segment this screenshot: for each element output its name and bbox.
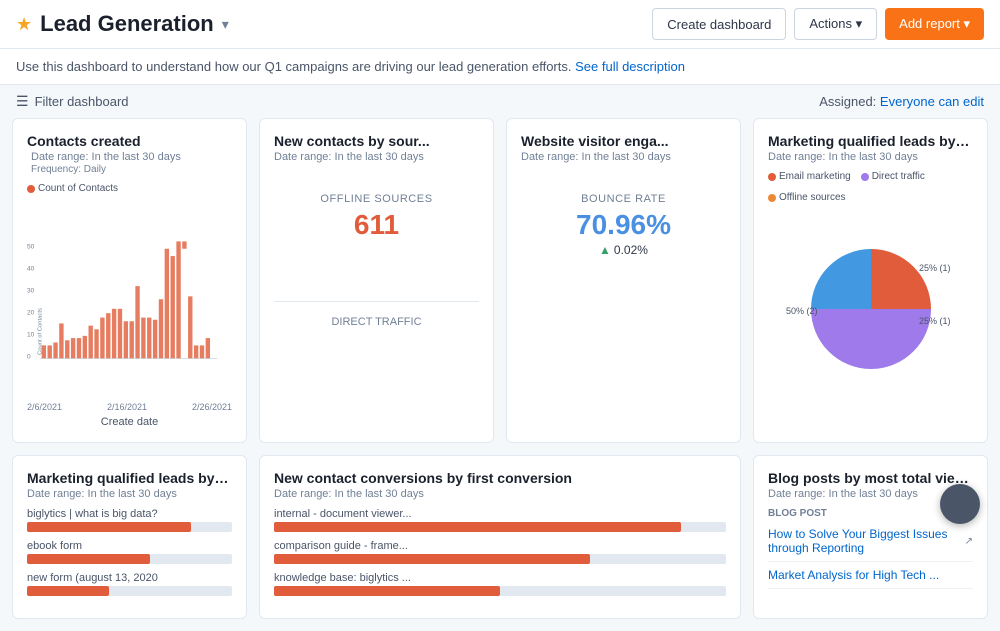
mql-source-date: Date range: In the last 30 days — [768, 151, 973, 163]
legend-offline: Offline sources — [768, 192, 846, 203]
mql-bar-fill-1 — [27, 522, 191, 532]
mql-bar-fill-2 — [27, 554, 150, 564]
conv-bar-1: internal - document viewer... — [274, 508, 726, 532]
external-link-icon-1: ↗ — [965, 536, 973, 547]
blog-posts-title: Blog posts by most total views — [768, 470, 973, 486]
subheader: Use this dashboard to understand how our… — [0, 49, 1000, 85]
website-bounce-change: ▲ 0.02% — [521, 243, 726, 257]
create-dashboard-button[interactable]: Create dashboard — [652, 8, 786, 40]
legend-direct: Direct traffic — [861, 171, 925, 182]
new-contact-conv-date: Date range: In the last 30 days — [274, 488, 726, 500]
filter-dashboard-button[interactable]: ☰ Filter dashboard — [16, 93, 129, 110]
filter-label: Filter dashboard — [35, 94, 129, 109]
contacts-created-card: Contacts created Date range: In the last… — [12, 118, 247, 443]
create-date-button[interactable]: Create date — [27, 416, 232, 428]
legend-dot-email — [768, 173, 776, 181]
legend-dot-offline — [768, 194, 776, 202]
add-report-button[interactable]: Add report ▾ — [885, 8, 984, 40]
new-contact-conv-title: New contact conversions by first convers… — [274, 470, 726, 486]
subheader-text: Use this dashboard to understand how our… — [16, 59, 571, 74]
mql-conversion-date: Date range: In the last 30 days — [27, 488, 232, 500]
svg-text:10: 10 — [27, 332, 35, 339]
new-contact-conversions-card: New contact conversions by first convers… — [259, 455, 741, 619]
svg-text:50% (2): 50% (2) — [786, 306, 818, 316]
conv-bar-3: knowledge base: biglytics ... — [274, 572, 726, 596]
new-contacts-section-label: DIRECT TRAFFIC — [274, 316, 479, 328]
website-visitor-date: Date range: In the last 30 days — [521, 151, 726, 163]
full-description-link[interactable]: See full description — [575, 59, 685, 74]
mql-source-card: Marketing qualified leads by original so… — [753, 118, 988, 443]
mql-conversion-title: Marketing qualified leads by first conve… — [27, 470, 232, 486]
new-contact-conv-bars: internal - document viewer... comparison… — [274, 508, 726, 596]
new-contacts-metric-label: OFFLINE SOURCES — [274, 193, 479, 205]
conv-bar-fill-2 — [274, 554, 590, 564]
contacts-chart-svg: 0 10 20 30 40 50 Count of Contacts — [27, 200, 232, 400]
new-contacts-title: New contacts by sour... — [274, 133, 479, 149]
svg-text:30: 30 — [27, 288, 35, 295]
contacts-legend: Count of Contacts — [27, 183, 232, 194]
filter-icon: ☰ — [16, 93, 29, 110]
svg-text:50: 50 — [27, 244, 35, 251]
legend-dot-contacts — [27, 185, 35, 193]
svg-text:0: 0 — [27, 354, 31, 361]
mql-conversion-card: Marketing qualified leads by first conve… — [12, 455, 247, 619]
help-button[interactable] — [940, 484, 980, 524]
header: ★ Lead Generation ▾ Create dashboard Act… — [0, 0, 1000, 49]
contacts-bar-chart: 0 10 20 30 40 50 Count of Contacts — [27, 200, 232, 400]
filter-bar: ☰ Filter dashboard Assigned: Everyone ca… — [0, 85, 1000, 118]
svg-text:40: 40 — [27, 266, 35, 273]
mql-conversion-bars: biglytics | what is big data? ebook form… — [27, 508, 232, 596]
star-icon: ★ — [16, 14, 32, 35]
conv-bar-fill-3 — [274, 586, 500, 596]
website-visitor-card: Website visitor enga... Date range: In t… — [506, 118, 741, 443]
header-left: ★ Lead Generation ▾ — [16, 11, 229, 37]
arrow-up-icon: ▲ — [599, 243, 611, 257]
new-contacts-metric-value: 611 — [274, 209, 479, 241]
mql-legend: Email marketing Direct traffic Offline s… — [768, 171, 973, 203]
website-bounce-value: 70.96% — [521, 209, 726, 241]
legend-item-contacts: Count of Contacts — [27, 183, 118, 194]
svg-text:25% (1): 25% (1) — [919, 316, 951, 326]
pie-chart-svg: 25% (1) 25% (1) 50% (2) — [771, 229, 971, 389]
assigned-label: Assigned: — [819, 94, 876, 109]
assigned-value[interactable]: Everyone can edit — [880, 94, 984, 109]
mql-bar-1: biglytics | what is big data? — [27, 508, 232, 532]
dashboard-row-1: Contacts created Date range: In the last… — [0, 118, 1000, 443]
legend-email: Email marketing — [768, 171, 851, 182]
blog-posts-card: Blog posts by most total views Date rang… — [753, 455, 988, 619]
mql-bar-3: new form (august 13, 2020 — [27, 572, 232, 596]
contacts-created-date: Date range: In the last 30 days Frequenc… — [27, 151, 232, 175]
website-bounce-label: BOUNCE RATE — [521, 193, 726, 205]
new-contacts-date: Date range: In the last 30 days — [274, 151, 479, 163]
mql-pie-chart: 25% (1) 25% (1) 50% (2) — [768, 209, 973, 409]
page-title: Lead Generation — [40, 11, 214, 37]
chevron-down-icon[interactable]: ▾ — [222, 16, 229, 33]
blog-post-item-2[interactable]: Market Analysis for High Tech ... — [768, 568, 973, 589]
header-actions: Create dashboard Actions ▾ Add report ▾ — [652, 8, 984, 40]
conv-bar-fill-1 — [274, 522, 681, 532]
actions-button[interactable]: Actions ▾ — [794, 8, 877, 40]
dashboard-row-2: Marketing qualified leads by first conve… — [0, 455, 1000, 631]
svg-text:25% (1): 25% (1) — [919, 263, 951, 273]
svg-text:20: 20 — [27, 310, 35, 317]
legend-dot-direct — [861, 173, 869, 181]
website-visitor-title: Website visitor enga... — [521, 133, 726, 149]
blog-post-item-1[interactable]: How to Solve Your Biggest Issues through… — [768, 527, 973, 562]
contacts-created-title: Contacts created — [27, 133, 232, 149]
new-contacts-by-source-card: New contacts by sour... Date range: In t… — [259, 118, 494, 443]
chart-dates: 2/6/2021 2/16/2021 2/26/2021 — [27, 402, 232, 412]
mql-bar-fill-3 — [27, 586, 109, 596]
mql-source-title: Marketing qualified leads by original so… — [768, 133, 973, 149]
assigned-section: Assigned: Everyone can edit — [819, 94, 984, 109]
